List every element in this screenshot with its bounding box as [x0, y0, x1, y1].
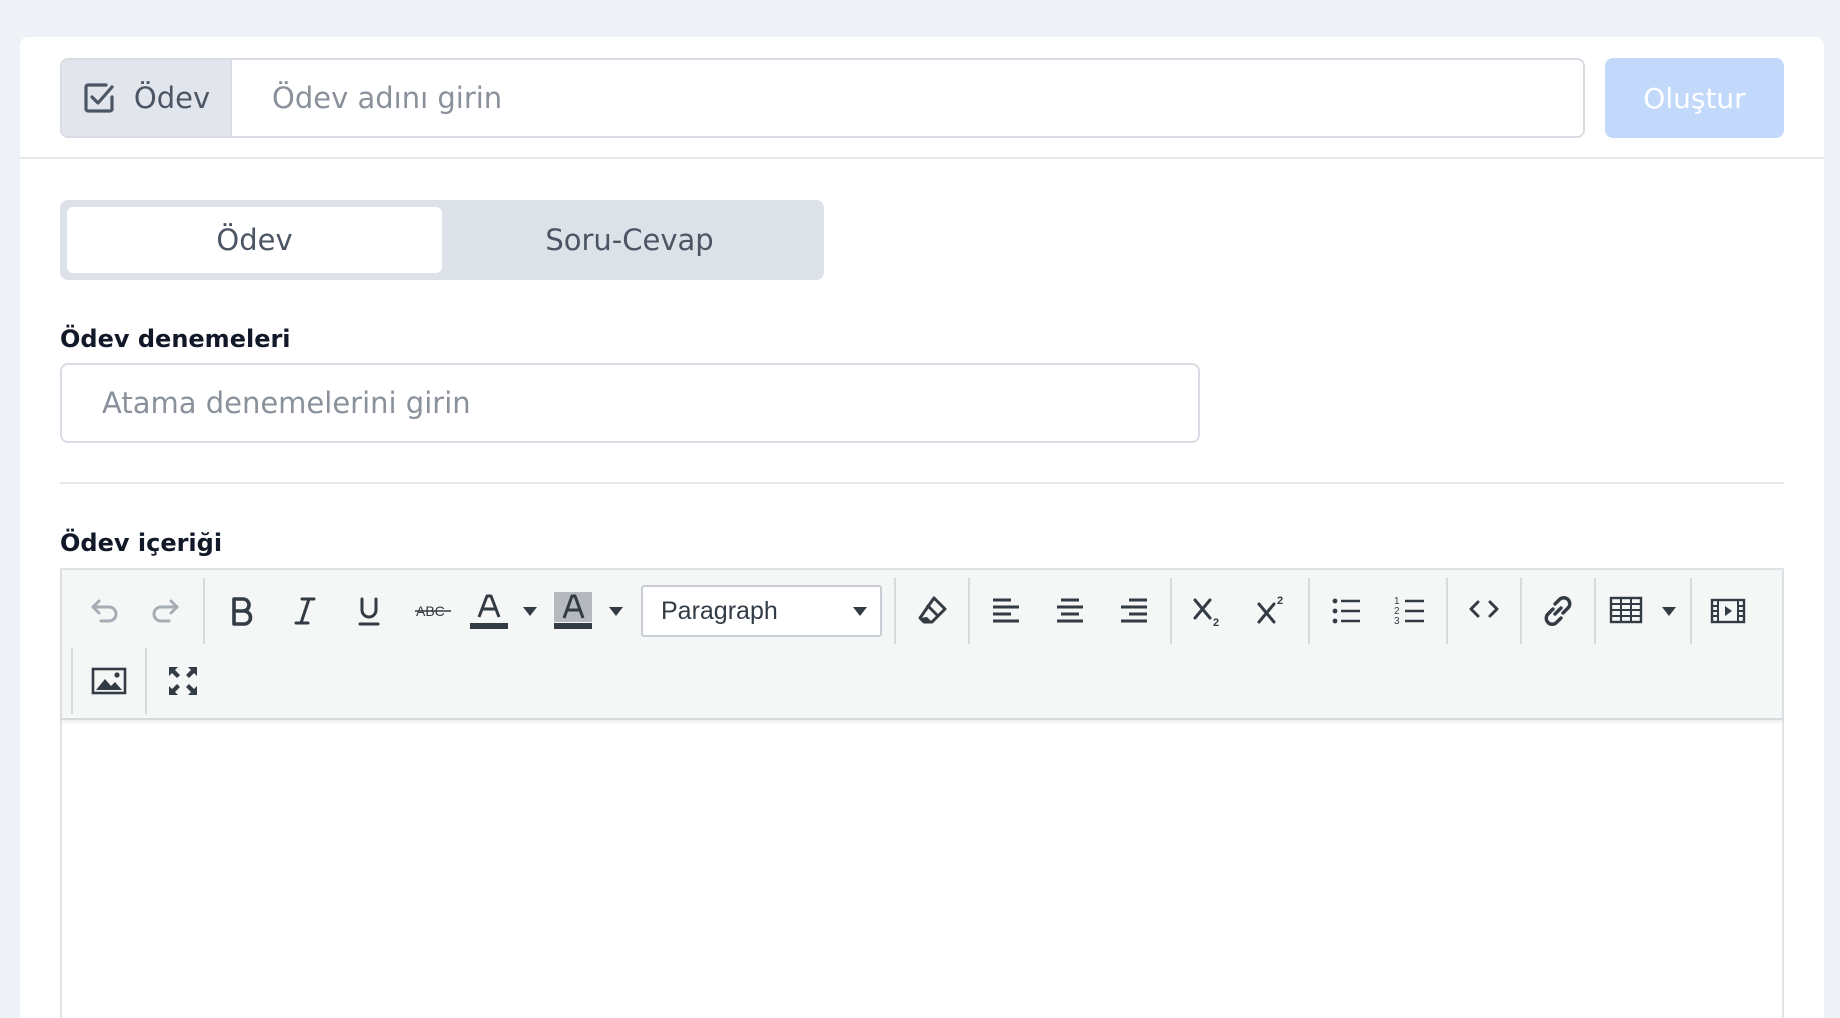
tab-question-answer[interactable]: Soru-Cevap [442, 207, 817, 273]
align-left-icon [993, 598, 1019, 623]
assignment-title-input[interactable] [232, 60, 1583, 136]
block-format-select[interactable]: Paragraph [641, 585, 882, 637]
numbered-list-button[interactable]: 123 [1378, 583, 1442, 639]
toolbar-separator [1520, 578, 1522, 644]
media-icon [1710, 598, 1746, 624]
toolbar-separator [71, 648, 73, 714]
media-button[interactable] [1696, 583, 1760, 639]
code-button[interactable] [1452, 583, 1516, 639]
superscript-button[interactable]: 2 [1240, 583, 1304, 639]
fullscreen-button[interactable] [151, 653, 215, 709]
bold-icon [232, 597, 253, 626]
toolbar-separator [1690, 578, 1692, 644]
undo-button[interactable] [71, 583, 135, 639]
chevron-down-icon [609, 607, 623, 616]
editor-content-area[interactable] [62, 720, 1782, 1018]
create-button[interactable]: Oluştur [1605, 58, 1784, 138]
fullscreen-icon [169, 667, 197, 695]
numbered-list-icon: 123 [1394, 596, 1424, 627]
undo-icon [91, 599, 118, 623]
align-center-button[interactable] [1038, 583, 1102, 639]
image-button[interactable] [77, 653, 141, 709]
table-button[interactable] [1600, 583, 1652, 639]
toolbar-separator [1594, 578, 1596, 644]
assignment-type-tabs: Ödev Soru-Cevap [60, 200, 824, 280]
align-right-icon [1121, 598, 1147, 623]
highlight-color-icon [554, 592, 592, 629]
bullet-list-button[interactable] [1314, 583, 1378, 639]
toolbar-separator [1170, 578, 1172, 644]
chevron-down-icon [1662, 607, 1676, 616]
align-right-button[interactable] [1102, 583, 1166, 639]
tab-assignment[interactable]: Ödev [67, 207, 442, 273]
section-divider [60, 482, 1784, 484]
subscript-icon: 2 [1193, 598, 1219, 629]
toolbar-row-1: ABC Paragraph 2 2 1 2 3 [62, 578, 1760, 644]
toolbar-separator [203, 578, 205, 644]
align-center-icon [1057, 598, 1083, 623]
underline-button[interactable] [337, 583, 401, 639]
strikethrough-button[interactable]: ABC [401, 583, 465, 639]
svg-text:3: 3 [1394, 616, 1400, 627]
bold-button[interactable] [209, 583, 273, 639]
checkbox-icon [84, 83, 114, 113]
clear-format-button[interactable] [900, 583, 964, 639]
code-icon [1469, 600, 1499, 618]
toolbar-separator [894, 578, 896, 644]
title-bar: Ödev Oluştur [20, 37, 1824, 159]
block-format-value: Paragraph [661, 596, 778, 625]
toolbar-separator [1308, 578, 1310, 644]
svg-text:2: 2 [1213, 617, 1219, 629]
assignment-type-addon: Ödev [62, 60, 232, 136]
image-icon [91, 667, 127, 695]
link-icon [1544, 596, 1572, 626]
rich-text-editor: ABC Paragraph 2 2 1 2 3 [60, 568, 1784, 1018]
toolbar-row-2 [62, 648, 215, 714]
strikethrough-icon: ABC [415, 603, 451, 619]
clear-format-icon [918, 596, 947, 624]
align-left-button[interactable] [974, 583, 1038, 639]
toolbar-separator [145, 648, 147, 714]
text-color-button[interactable] [465, 583, 513, 639]
assignment-card: Ödev Oluştur Ödev Soru-Cevap Ödev deneme… [20, 37, 1824, 1018]
content-label: Ödev içeriği [60, 529, 223, 557]
italic-icon [294, 597, 316, 625]
chevron-down-icon [853, 607, 867, 616]
redo-icon [152, 599, 179, 623]
title-input-group: Ödev [60, 58, 1585, 138]
table-icon [1609, 596, 1643, 624]
text-color-dropdown[interactable] [513, 583, 547, 639]
text-color-icon [470, 594, 508, 629]
highlight-color-button[interactable] [547, 583, 599, 639]
superscript-icon: 2 [1257, 595, 1283, 624]
redo-button[interactable] [135, 583, 199, 639]
toolbar-separator [1446, 578, 1448, 644]
highlight-color-dropdown[interactable] [599, 583, 633, 639]
attempts-label: Ödev denemeleri [60, 325, 291, 353]
svg-text:2: 2 [1277, 595, 1283, 607]
assignment-type-label: Ödev [133, 81, 211, 115]
subscript-button[interactable]: 2 [1176, 583, 1240, 639]
underline-icon [358, 597, 380, 626]
editor-toolbar: ABC Paragraph 2 2 1 2 3 [62, 570, 1782, 720]
chevron-down-icon [523, 607, 537, 616]
toolbar-separator [968, 578, 970, 644]
attempts-input[interactable] [60, 363, 1200, 443]
table-dropdown[interactable] [1652, 583, 1686, 639]
link-button[interactable] [1526, 583, 1590, 639]
bullet-list-icon [1332, 598, 1360, 624]
italic-button[interactable] [273, 583, 337, 639]
